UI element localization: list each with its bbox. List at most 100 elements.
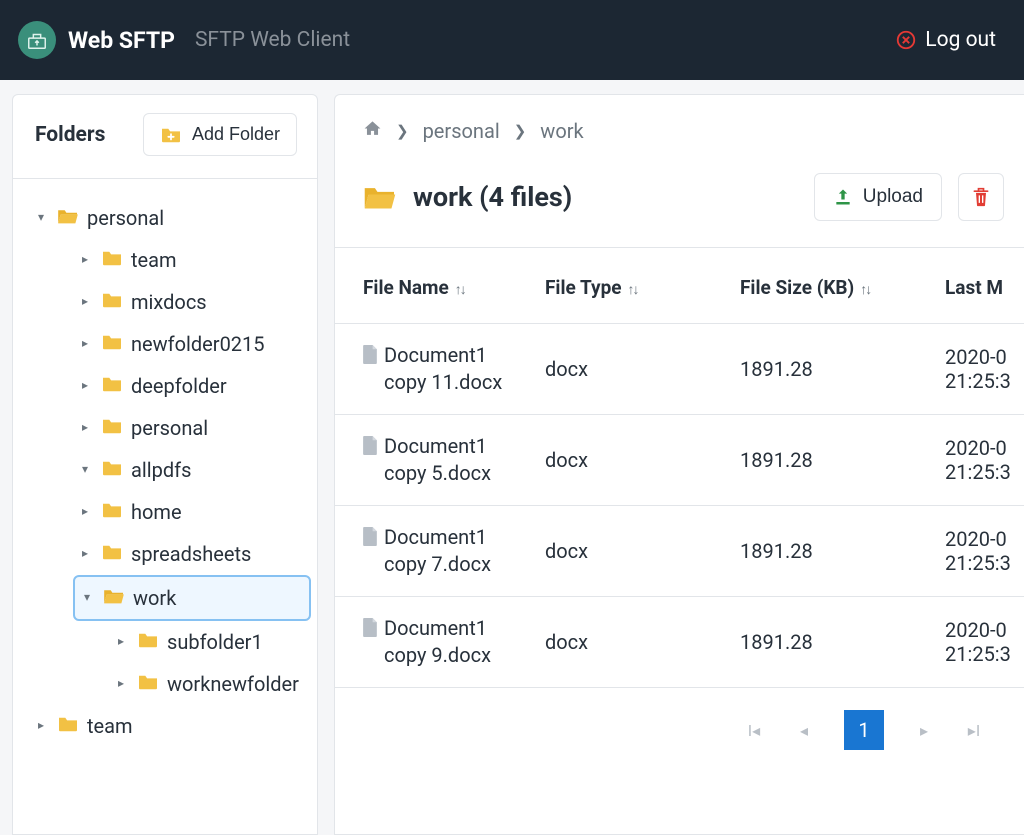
folder-icon — [101, 415, 123, 441]
folder-tree-item[interactable]: ▾ work — [73, 575, 311, 621]
folder-tree-item[interactable]: ▸worknewfolder — [109, 663, 311, 705]
column-header-modified[interactable]: Last M — [935, 248, 1024, 324]
breadcrumb: ❯ personal ❯ work — [335, 95, 1024, 151]
add-folder-button[interactable]: Add Folder — [143, 113, 297, 156]
file-icon — [363, 342, 378, 371]
page-prev-button[interactable]: ◂ — [794, 721, 814, 740]
file-modified: 2020-0 21:25:3 — [935, 324, 1024, 415]
table-row[interactable]: Document1 copy 11.docxdocx1891.282020-0 … — [335, 324, 1024, 415]
column-header-filetype[interactable]: File Type↑↓ — [535, 248, 730, 324]
files-table: File Name↑↓ File Type↑↓ File Size (KB)↑↓… — [335, 248, 1024, 688]
chevron-right-icon[interactable]: ▸ — [113, 634, 129, 650]
brand: Web SFTP SFTP Web Client — [18, 21, 350, 59]
folder-tree-item[interactable]: ▸ personal — [73, 407, 311, 449]
folder-tree-item[interactable]: ▸ deepfolder — [73, 365, 311, 407]
chevron-right-icon: ❯ — [396, 122, 409, 140]
chevron-right-icon: ❯ — [514, 122, 527, 140]
chevron-right-icon[interactable]: ▸ — [77, 546, 93, 562]
folders-sidebar: Folders Add Folder ▾ personal ▸ team ▸ mixdoc… — [12, 94, 318, 835]
sort-icon: ↑↓ — [455, 282, 465, 298]
folder-label: mixdocs — [131, 289, 207, 315]
file-size: 1891.28 — [730, 324, 935, 415]
sort-icon: ↑↓ — [860, 282, 870, 298]
upload-icon — [833, 187, 853, 207]
folder-label: personal — [131, 415, 208, 441]
folder-label: home — [131, 499, 182, 525]
file-type: docx — [535, 415, 730, 506]
pagination: I◂ ◂ 1 ▸ ▸I — [335, 688, 1024, 780]
file-type: docx — [535, 506, 730, 597]
folder-icon — [101, 289, 123, 315]
app-header: Web SFTP SFTP Web Client Log out — [0, 0, 1024, 80]
logout-button[interactable]: Log out — [895, 28, 996, 52]
column-header-filesize[interactable]: File Size (KB)↑↓ — [730, 248, 935, 324]
folder-tree-item[interactable]: ▸ newfolder0215 — [73, 323, 311, 365]
folder-icon — [101, 499, 123, 525]
chevron-right-icon[interactable]: ▸ — [77, 294, 93, 310]
file-icon — [363, 615, 378, 644]
chevron-down-icon[interactable]: ▾ — [77, 462, 93, 478]
add-folder-label: Add Folder — [192, 124, 280, 145]
chevron-right-icon[interactable]: ▸ — [33, 718, 49, 734]
folder-label: newfolder0215 — [131, 331, 265, 357]
folder-tree-item[interactable]: ▾ personal — [29, 197, 311, 239]
page-first-button[interactable]: I◂ — [744, 721, 764, 740]
page-title: work (4 files) — [413, 181, 572, 213]
app-title: Web SFTP — [68, 27, 175, 54]
table-row[interactable]: Document1 copy 9.docxdocx1891.282020-0 2… — [335, 597, 1024, 688]
table-row[interactable]: Document1 copy 7.docxdocx1891.282020-0 2… — [335, 506, 1024, 597]
folder-tree-item[interactable]: ▸ team — [73, 239, 311, 281]
folder-tree: ▾ personal ▸ team ▸ mixdocs ▸ newfolder0215 ▸ dee… — [13, 179, 317, 834]
column-header-filename[interactable]: File Name↑↓ — [335, 248, 535, 324]
file-modified: 2020-0 21:25:3 — [935, 597, 1024, 688]
folder-label: personal — [87, 205, 164, 231]
folder-tree-item[interactable]: ▾ allpdfs — [73, 449, 311, 491]
breadcrumb-home-icon[interactable] — [363, 119, 382, 143]
page-next-button[interactable]: ▸ — [914, 721, 934, 740]
file-size: 1891.28 — [730, 597, 935, 688]
folder-icon — [137, 671, 159, 697]
folder-tree-item[interactable]: ▸subfolder1 — [109, 621, 311, 663]
file-name: Document1 copy 9.docx — [384, 615, 525, 669]
chevron-right-icon[interactable]: ▸ — [77, 378, 93, 394]
folder-label: deepfolder — [131, 373, 227, 399]
folder-icon — [101, 331, 123, 357]
folder-tree-item[interactable]: ▸ home — [73, 491, 311, 533]
file-type: docx — [535, 324, 730, 415]
folder-icon — [101, 457, 123, 483]
app-logo-icon — [18, 21, 56, 59]
page-last-button[interactable]: ▸I — [964, 721, 984, 740]
upload-label: Upload — [863, 186, 923, 208]
folder-label: team — [131, 247, 177, 273]
table-row[interactable]: Document1 copy 5.docxdocx1891.282020-0 2… — [335, 415, 1024, 506]
chevron-right-icon[interactable]: ▸ — [77, 420, 93, 436]
file-icon — [363, 524, 378, 553]
folder-label: work — [133, 585, 176, 611]
folder-tree-item[interactable]: ▸ mixdocs — [73, 281, 311, 323]
folder-icon — [103, 585, 125, 611]
folder-label: team — [87, 713, 133, 739]
main-panel: ❯ personal ❯ work work (4 files) Upload — [334, 94, 1024, 835]
breadcrumb-item[interactable]: work — [540, 119, 583, 143]
chevron-down-icon[interactable]: ▾ — [79, 590, 95, 606]
page-number-current[interactable]: 1 — [844, 710, 884, 750]
breadcrumb-item[interactable]: personal — [423, 119, 500, 143]
chevron-down-icon[interactable]: ▾ — [33, 210, 49, 226]
upload-button[interactable]: Upload — [814, 173, 942, 221]
folder-label: spreadsheets — [131, 541, 251, 567]
folder-tree-item[interactable]: ▸ spreadsheets — [73, 533, 311, 575]
file-type: docx — [535, 597, 730, 688]
folder-tree-item[interactable]: ▸ team — [29, 705, 311, 747]
folder-icon — [101, 373, 123, 399]
delete-button[interactable] — [958, 173, 1004, 221]
folder-icon — [137, 629, 159, 655]
chevron-right-icon[interactable]: ▸ — [77, 252, 93, 268]
chevron-right-icon[interactable]: ▸ — [77, 504, 93, 520]
sort-icon: ↑↓ — [628, 282, 638, 298]
chevron-right-icon[interactable]: ▸ — [77, 336, 93, 352]
folder-icon — [57, 713, 79, 739]
chevron-right-icon[interactable]: ▸ — [113, 676, 129, 692]
file-name: Document1 copy 7.docx — [384, 524, 525, 578]
sidebar-title: Folders — [35, 123, 105, 147]
folder-label: allpdfs — [131, 457, 191, 483]
